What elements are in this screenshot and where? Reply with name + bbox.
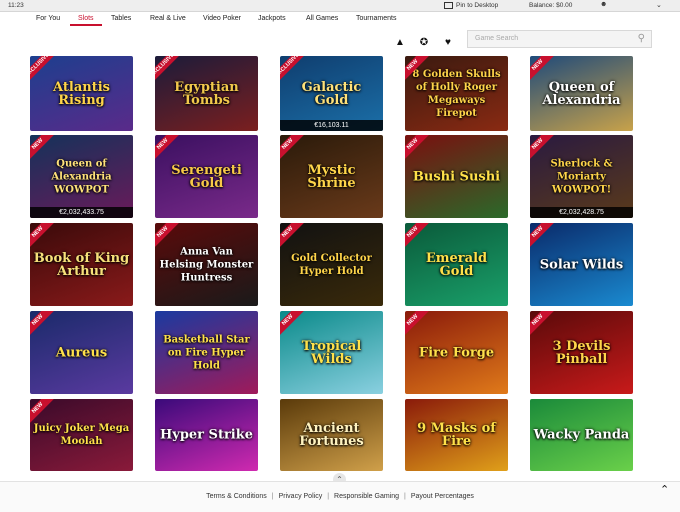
- tab-tournaments[interactable]: Tournaments: [356, 15, 396, 22]
- game-tile[interactable]: Mystic Shrine NEW: [280, 135, 383, 218]
- pin-to-desktop-button[interactable]: Pin to Desktop: [444, 2, 498, 9]
- game-title: Sherlock & Moriarty WOWPOT!: [550, 158, 613, 195]
- privacy-link[interactable]: Privacy Policy: [279, 493, 323, 500]
- game-tile[interactable]: Galactic Gold EXCLUSIVE €16,103.11: [280, 56, 383, 131]
- tab-slots[interactable]: Slots: [70, 15, 101, 26]
- scroll-top-icon[interactable]: ⌃: [660, 483, 669, 496]
- chevron-down-icon[interactable]: ⌄: [656, 1, 662, 9]
- terms-link[interactable]: Terms & Conditions: [206, 493, 267, 500]
- jackpot-amount: €16,103.11: [280, 120, 383, 131]
- tab-tables[interactable]: Tables: [111, 15, 131, 22]
- game-title: Emerald Gold: [425, 250, 488, 279]
- tab-video-poker[interactable]: Video Poker: [203, 15, 241, 22]
- game-title: Book of King Arthur: [33, 250, 130, 279]
- game-title: Wacky Panda: [533, 427, 630, 443]
- search-placeholder: Game Search: [475, 35, 519, 42]
- payout-link[interactable]: Payout Percentages: [411, 493, 474, 500]
- game-title: Egyptian Tombs: [174, 79, 239, 108]
- game-tile[interactable]: Queen of Alexandria WOWPOT NEW €2,032,433.…: [30, 135, 133, 218]
- game-tile[interactable]: 8 Golden Skulls of Holly Roger Megaways …: [405, 56, 508, 131]
- game-tile[interactable]: Queen of Alexandria NEW: [530, 56, 633, 131]
- pin-label: Pin to Desktop: [456, 2, 499, 10]
- balance-display: Balance: $0.00: [529, 2, 573, 9]
- monitor-icon: [444, 2, 453, 9]
- game-tile[interactable]: Aureus NEW: [30, 311, 133, 394]
- game-tile[interactable]: Fire Forge NEW: [405, 311, 508, 394]
- game-tile[interactable]: Solar Wilds NEW: [530, 223, 633, 306]
- search-icon[interactable]: ⚲: [638, 33, 645, 44]
- game-title: Serengeti Gold: [171, 162, 242, 191]
- heart-icon[interactable]: ♥: [442, 37, 454, 49]
- game-tile[interactable]: Ancient Fortunes: [280, 399, 383, 471]
- footer: Terms & Conditions | Privacy Policy | Respon…: [0, 481, 680, 512]
- game-title: Juicy Joker Mega Moolah: [33, 423, 130, 447]
- game-tile[interactable]: 3 Devils Pinball NEW: [530, 311, 633, 394]
- tab-real-live[interactable]: Real & Live: [150, 15, 186, 22]
- game-title: Aureus: [55, 345, 108, 360]
- game-tile[interactable]: Emerald Gold NEW: [405, 223, 508, 306]
- tab-jackpots[interactable]: Jackpots: [258, 15, 286, 22]
- game-tile[interactable]: Gold Collector Hyper Hold NEW: [280, 223, 383, 306]
- game-title: 9 Masks of Fire: [417, 421, 496, 449]
- game-title: Gold Collector Hyper Hold: [291, 252, 372, 277]
- game-tile[interactable]: Atlantis Rising EXCLUSIVE: [30, 56, 133, 131]
- search-input[interactable]: Game Search ⚲: [467, 30, 652, 48]
- game-title: Atlantis Rising: [53, 79, 110, 108]
- game-title: Queen of Alexandria: [542, 79, 621, 108]
- clock: 11:23: [8, 2, 24, 9]
- fire-icon[interactable]: ▲: [394, 37, 406, 49]
- jackpot-amount: €2,032,428.75: [530, 207, 633, 218]
- game-title: Ancient Fortunes: [299, 421, 364, 449]
- game-title: Fire Forge: [418, 345, 495, 360]
- footer-links: Terms & Conditions | Privacy Policy | Respon…: [206, 493, 474, 500]
- game-title: 3 Devils Pinball: [552, 338, 611, 367]
- game-title: Galactic Gold: [301, 79, 362, 108]
- game-tile[interactable]: Book of King Arthur NEW: [30, 223, 133, 306]
- game-tile[interactable]: Tropical Wilds NEW: [280, 311, 383, 394]
- jackpot-amount: €2,032,433.75: [30, 207, 133, 218]
- game-tile[interactable]: Wacky Panda: [530, 399, 633, 471]
- game-tile[interactable]: Serengeti Gold NEW: [155, 135, 258, 218]
- game-title: Anna Van Helsing Monster Huntress: [159, 246, 254, 283]
- game-title: Bushi Sushi: [412, 169, 501, 184]
- game-title: Tropical Wilds: [301, 338, 362, 367]
- game-title: Mystic Shrine: [307, 162, 356, 191]
- game-tile[interactable]: Bushi Sushi NEW: [405, 135, 508, 218]
- system-bar: 11:23 Pin to Desktop Balance: $0.00 ☻ ⌄: [0, 0, 680, 12]
- game-tile[interactable]: Juicy Joker Mega Moolah NEW: [30, 399, 133, 471]
- game-tile[interactable]: Basketball Star on Fire Hyper Hold: [155, 311, 258, 394]
- category-nav: For You Slots Tables Real & Live Video P…: [0, 12, 680, 28]
- game-title: 8 Golden Skulls of Holly Roger Megaways …: [412, 68, 501, 119]
- game-tile[interactable]: Anna Van Helsing Monster Huntress NEW: [155, 223, 258, 306]
- game-title: Hyper Strike: [159, 427, 254, 443]
- game-tile[interactable]: 9 Masks of Fire: [405, 399, 508, 471]
- user-icon[interactable]: ☻: [600, 1, 607, 8]
- tab-for-you[interactable]: For You: [36, 15, 60, 22]
- game-title: Solar Wilds: [539, 257, 624, 272]
- puzzle-icon[interactable]: ✪: [418, 37, 430, 49]
- game-tile[interactable]: Sherlock & Moriarty WOWPOT! NEW €2,032,428…: [530, 135, 633, 218]
- responsible-gaming-link[interactable]: Responsible Gaming: [334, 493, 399, 500]
- game-tile[interactable]: Hyper Strike: [155, 399, 258, 471]
- game-tile[interactable]: Egyptian Tombs EXCLUSIVE: [155, 56, 258, 131]
- game-title: Basketball Star on Fire Hyper Hold: [163, 334, 250, 371]
- tab-all-games[interactable]: All Games: [306, 15, 338, 22]
- game-title: Queen of Alexandria WOWPOT: [51, 158, 112, 195]
